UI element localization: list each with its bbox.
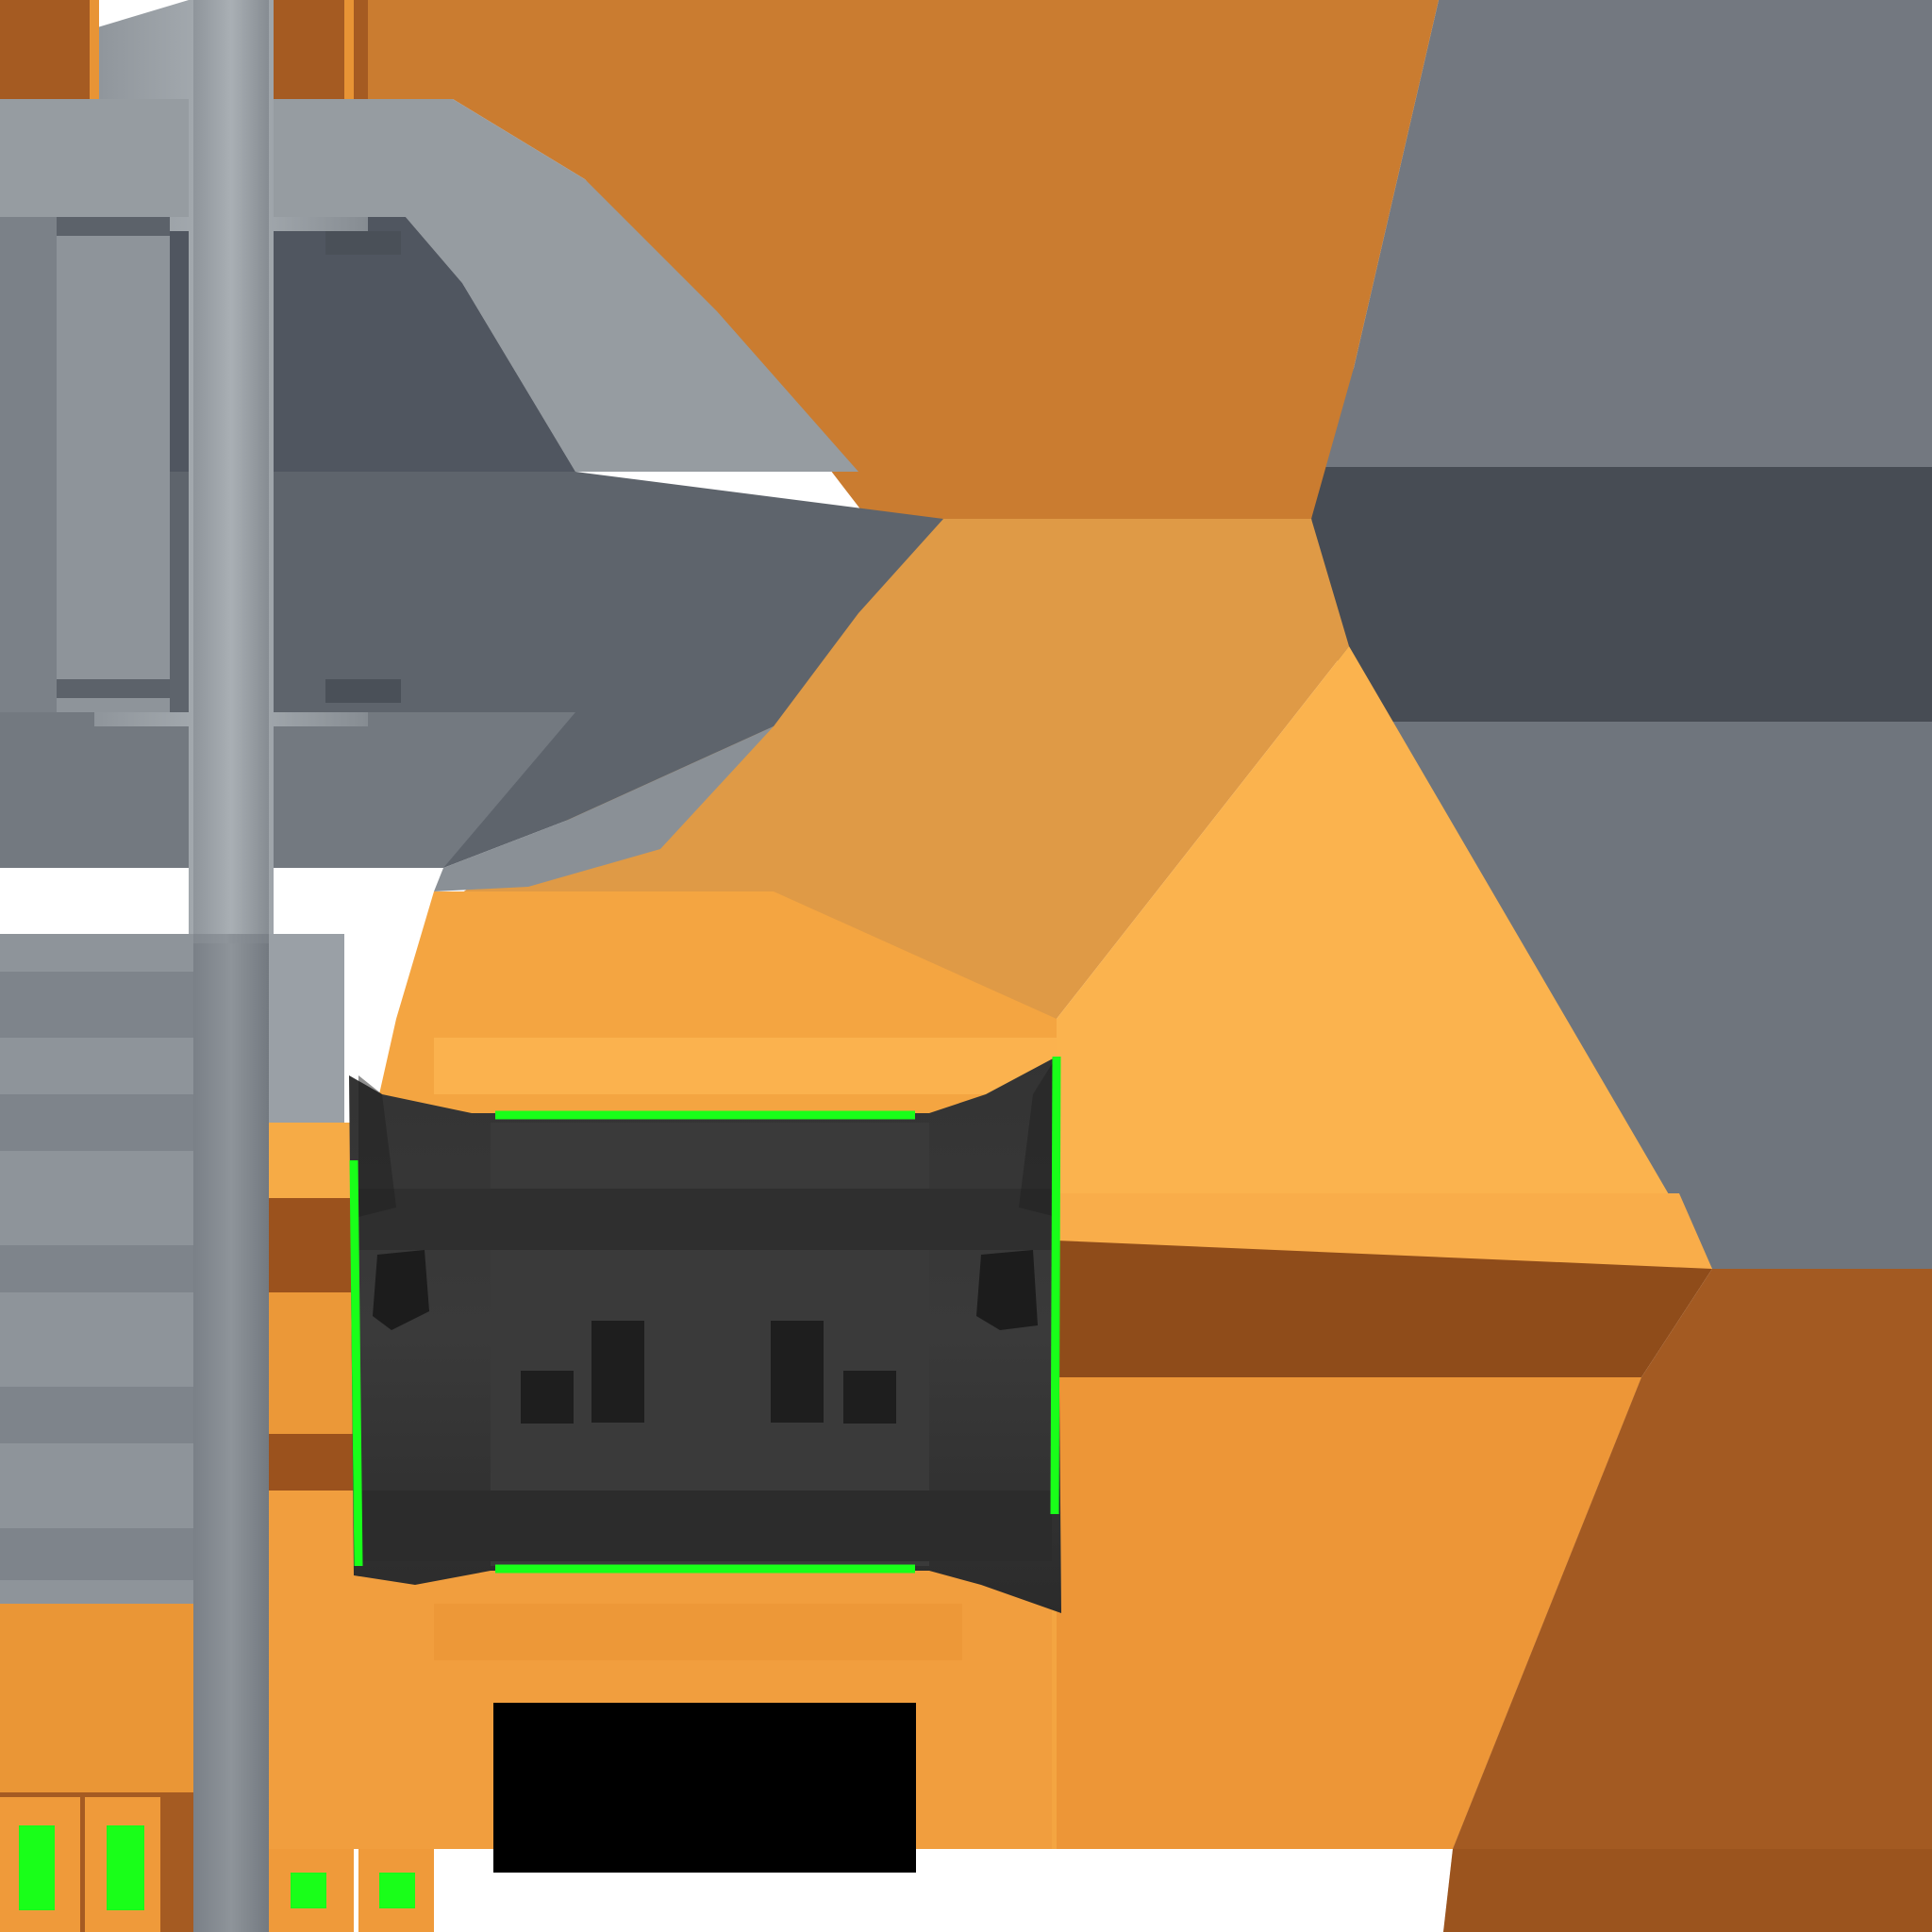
signal-bar-3	[771, 1321, 824, 1423]
signal-bar-1	[521, 1371, 574, 1424]
indicator-light-1	[19, 1825, 55, 1910]
signal-bar-4	[843, 1371, 896, 1424]
signal-bar-2	[591, 1321, 644, 1423]
indicator-light-4	[379, 1873, 415, 1908]
right-bolt-icon	[976, 1250, 1038, 1330]
indicator-light-2	[107, 1825, 144, 1910]
display-screen	[434, 1660, 962, 1873]
texture-atlas	[0, 0, 1932, 1932]
indicator-light-3	[291, 1873, 326, 1908]
control-panel	[349, 1057, 1061, 1613]
